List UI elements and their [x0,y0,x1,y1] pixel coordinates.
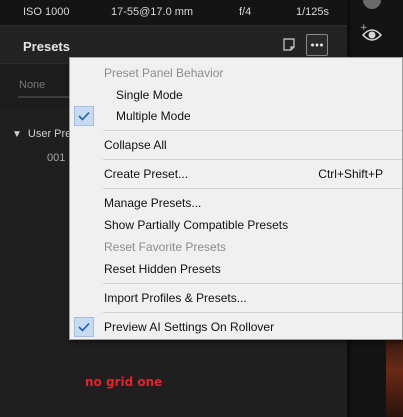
menu-item-reset-favorite-presets: Reset Favorite Presets [104,240,227,254]
iso-value: ISO 1000 [23,6,70,18]
menu-item-multiple-mode[interactable]: Multiple Mode [70,105,402,127]
checkmark-icon [74,317,94,337]
menu-item-manage-presets[interactable]: Manage Presets... [70,192,402,214]
menu-item-preview-ai-settings[interactable]: Preview AI Settings On Rollover [70,316,402,338]
menu-item-create-preset[interactable]: Create Preset... Ctrl+Shift+P [70,163,402,185]
menu-item-collapse-all[interactable]: Collapse All [70,134,402,156]
ellipsis-icon[interactable] [306,34,328,56]
menu-item-import-profiles[interactable]: Import Profiles & Presets... [70,287,402,309]
triangle-down-icon[interactable]: ▼ [12,129,22,140]
annotation-text: no grid one [85,375,163,389]
preset-filter-value: None [19,79,46,91]
menu-item-single-mode[interactable]: Single Mode [70,84,402,106]
menu-separator [103,130,402,131]
create-preset-shortcut: Ctrl+Shift+P [318,167,383,181]
menu-separator [103,312,402,313]
preset-item[interactable]: 001 [47,152,65,164]
photo-thumbnail [386,340,403,417]
preset-group-label: User Pre [27,128,72,140]
preset-group-user[interactable]: ▼ User Pre [12,128,71,140]
menu-separator [103,159,402,160]
menu-header-preset-panel-behavior: Preset Panel Behavior [104,66,224,80]
eye-icon[interactable]: + [355,22,385,48]
aperture-value: f/4 [239,6,252,18]
menu-separator [103,188,402,189]
panel-title: Presets [23,39,70,54]
menu-separator [103,283,402,284]
menu-item-show-partially-compatible[interactable]: Show Partially Compatible Presets [70,214,402,236]
preset-options-menu: Preset Panel Behavior Single Mode Multip… [69,57,403,340]
checkmark-icon [74,106,94,126]
lens-value: 17-55@17.0 mm [111,6,194,18]
shutter-value: 1/125s [296,6,330,18]
exif-info-bar: ISO 1000 17-55@17.0 mm f/4 1/125s [0,0,347,26]
menu-item-reset-hidden-presets[interactable]: Reset Hidden Presets [70,258,402,280]
document-icon[interactable] [279,34,301,56]
